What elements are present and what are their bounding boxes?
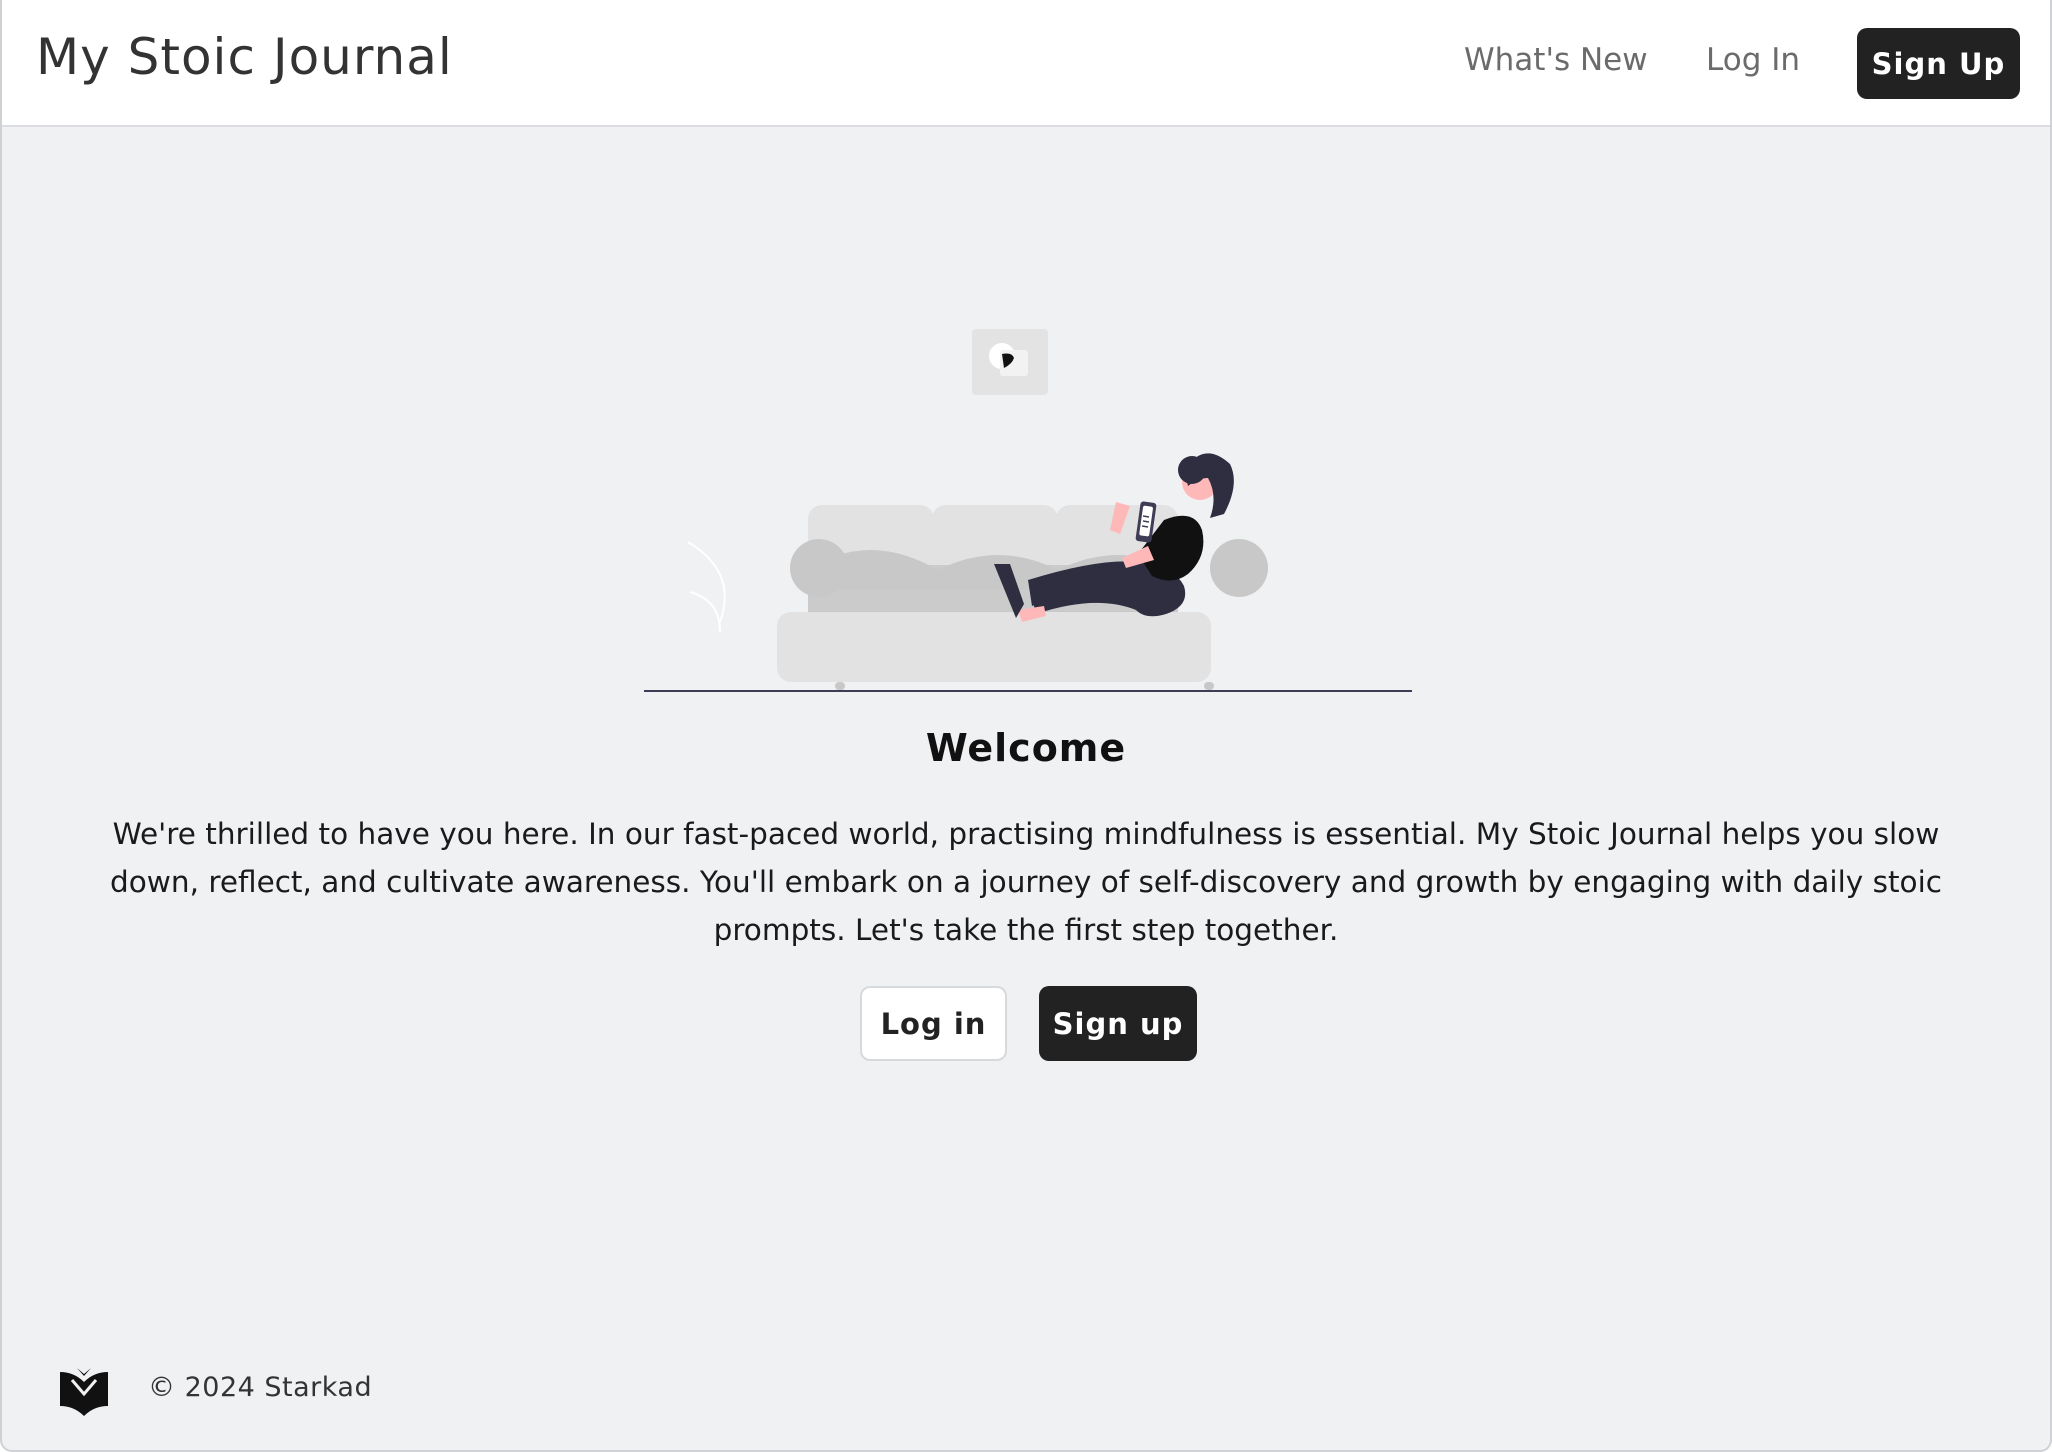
person-on-sofa-illustration xyxy=(644,329,1412,692)
book-heart-logo-icon[interactable] xyxy=(58,1366,110,1418)
footer-copyright: © 2024 Starkad xyxy=(148,1372,373,1403)
log-in-button[interactable]: Log in xyxy=(860,986,1007,1061)
plant-leaves-icon xyxy=(687,541,726,633)
wall-picture-icon xyxy=(972,329,1048,395)
app-title[interactable]: My Stoic Journal xyxy=(36,28,453,86)
welcome-heading: Welcome xyxy=(925,726,1127,770)
app-window: My Stoic Journal What's New Log In Sign … xyxy=(0,0,2052,1452)
nav-whats-new-link[interactable]: What's New xyxy=(1464,42,1648,78)
welcome-description: We're thrilled to have you here. In our … xyxy=(110,817,1942,947)
nav-log-in-link[interactable]: Log In xyxy=(1706,42,1800,78)
sign-up-button[interactable]: Sign up xyxy=(1039,986,1197,1061)
nav-sign-up-button[interactable]: Sign Up xyxy=(1857,28,2020,99)
top-navigation-bar: My Stoic Journal What's New Log In Sign … xyxy=(2,0,2050,127)
